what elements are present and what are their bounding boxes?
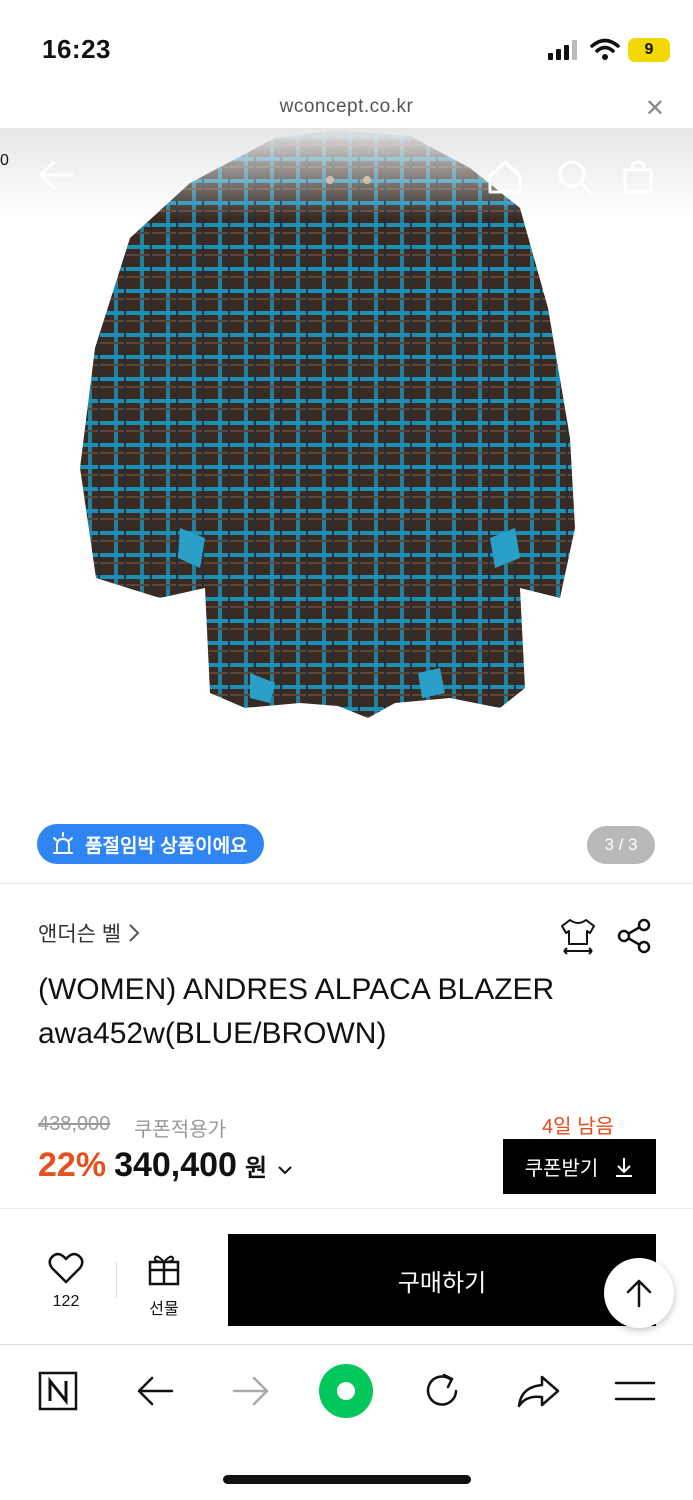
status-time: 16:23 <box>42 34 111 64</box>
original-price: 438,000 <box>38 1113 111 1135</box>
arrow-up-icon <box>626 1279 652 1308</box>
home-indicator <box>223 1475 471 1484</box>
coupon-price-label: 쿠폰적용가 <box>134 1119 226 1141</box>
product-image[interactable] <box>0 128 693 883</box>
naver-green-dot-icon[interactable] <box>318 1363 374 1419</box>
gift-icon <box>148 1255 180 1286</box>
browser-toolbar <box>0 1344 693 1444</box>
url-text[interactable]: wconcept.co.kr <box>0 96 693 118</box>
download-icon <box>616 1157 633 1177</box>
discount-rate: 22% <box>38 1146 107 1184</box>
browser-forward-icon[interactable] <box>232 1375 270 1407</box>
gift-label: 선물 <box>149 1301 179 1318</box>
soldout-soon-badge: 품절임박 상품이에요 <box>37 824 264 864</box>
browser-back-icon[interactable] <box>136 1375 174 1407</box>
like-button[interactable]: 122 <box>40 1252 92 1311</box>
gift-button[interactable]: 선물 <box>138 1252 190 1319</box>
naver-n-icon[interactable] <box>38 1371 78 1411</box>
like-count: 122 <box>52 1293 80 1310</box>
product-title: (WOMEN) ANDRES ALPACA BLAZER awa452w(BLU… <box>38 968 658 1056</box>
share-arrow-icon[interactable] <box>516 1373 560 1409</box>
sale-price: 340,400 <box>114 1146 237 1184</box>
buy-button[interactable]: 구매하기 <box>228 1234 656 1326</box>
coupon-button-label: 쿠폰받기 <box>524 1158 599 1180</box>
wifi-icon <box>590 38 620 60</box>
menu-icon[interactable] <box>614 1379 656 1403</box>
soldout-soon-text: 품절임박 상품이에요 <box>85 835 248 857</box>
browser-url-bar: wconcept.co.kr ✕ <box>0 92 693 128</box>
divider <box>0 1208 693 1209</box>
signal-icon <box>548 40 577 60</box>
coupon-days-left: 4일 남음 <box>542 1116 614 1138</box>
jacket-image <box>80 130 575 718</box>
product-title-line2: awa452w(BLUE/BROWN) <box>38 1017 387 1050</box>
siren-icon <box>53 832 73 854</box>
action-divider <box>116 1262 117 1298</box>
battery-indicator: 9 <box>628 38 670 62</box>
image-pager: 3 / 3 <box>587 826 655 864</box>
chevron-right-icon <box>129 924 140 942</box>
brand-name: 앤더슨 벨 <box>38 923 122 946</box>
cart-count-badge[interactable]: 0 <box>0 152 693 212</box>
price-row[interactable]: 22% 340,400 원 <box>38 1146 293 1185</box>
chevron-down-icon[interactable] <box>277 1164 293 1176</box>
coupon-download-button[interactable]: 쿠폰받기 <box>503 1139 656 1194</box>
divider <box>0 883 693 884</box>
close-icon[interactable]: ✕ <box>645 94 665 123</box>
refresh-icon[interactable] <box>422 1371 462 1411</box>
buy-button-label: 구매하기 <box>397 1269 487 1297</box>
heart-icon <box>48 1252 84 1284</box>
size-guide-icon[interactable] <box>558 916 598 956</box>
currency-unit: 원 <box>244 1155 268 1182</box>
product-title-line1: (WOMEN) ANDRES ALPACA BLAZER <box>38 973 555 1006</box>
status-bar: 16:23 9 <box>0 0 693 92</box>
brand-link[interactable]: 앤더슨 벨 <box>38 918 141 948</box>
share-icon[interactable] <box>616 918 652 954</box>
scroll-top-button[interactable] <box>604 1258 674 1328</box>
